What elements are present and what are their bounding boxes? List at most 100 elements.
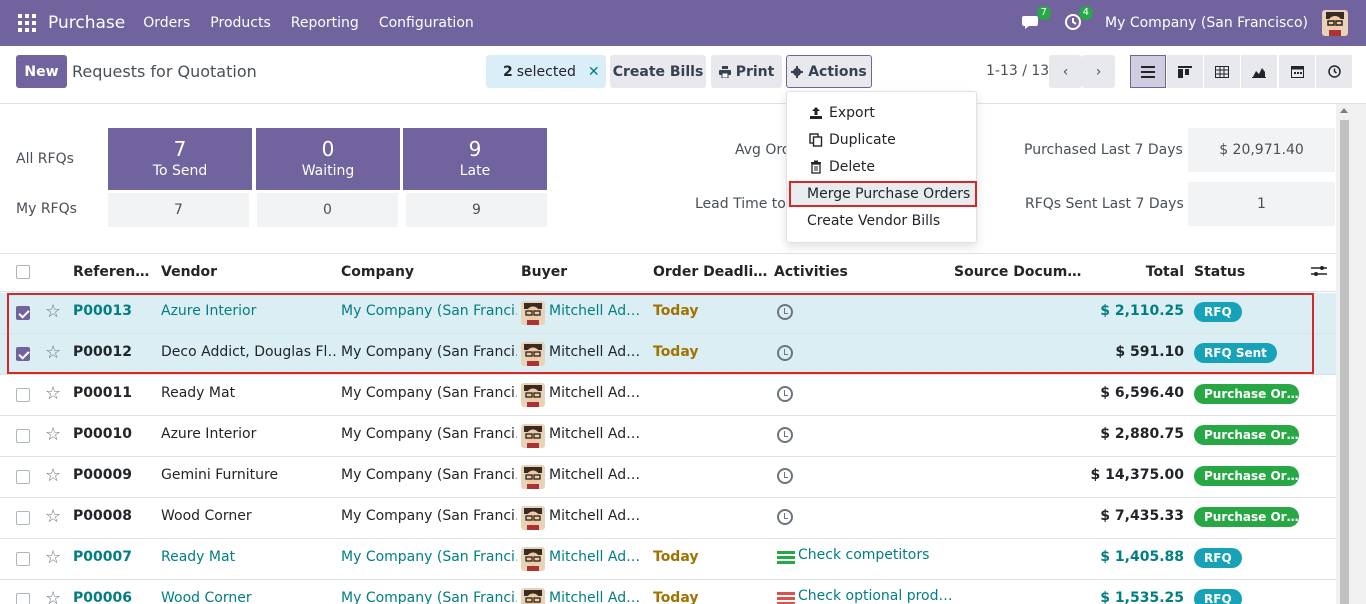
row-checkbox[interactable] — [16, 306, 30, 320]
row-reference: P00009 — [73, 467, 132, 483]
menu-reporting[interactable]: Reporting — [291, 15, 359, 31]
menu-orders[interactable]: Orders — [143, 15, 190, 31]
menu-products[interactable]: Products — [210, 15, 270, 31]
col-activities[interactable]: Activities — [774, 264, 848, 280]
row-checkbox[interactable] — [16, 552, 30, 566]
status-badge: RFQ — [1194, 589, 1242, 604]
schedule-activity-icon[interactable] — [777, 509, 793, 525]
row-checkbox[interactable] — [16, 593, 30, 604]
list-view-button[interactable] — [1130, 55, 1166, 88]
col-company[interactable]: Company — [341, 264, 414, 280]
trash-icon — [811, 160, 821, 174]
tile-waiting[interactable]: 0 Waiting — [256, 128, 400, 190]
activities-button[interactable]: 4 — [1063, 6, 1094, 34]
row-buyer: Mitchell Ad… — [549, 467, 641, 483]
row-checkbox[interactable] — [16, 388, 30, 402]
star-icon[interactable]: ☆ — [45, 549, 61, 567]
table-row[interactable]: ☆ P00007 Ready Mat My Company (San Franci… M… — [0, 539, 1336, 580]
action-delete[interactable]: Delete — [787, 154, 976, 180]
actions-dropdown: Export Duplicate Delete Merge Purchase O… — [786, 91, 977, 243]
pager-value[interactable]: 1-13 / 13 — [986, 63, 1049, 79]
actions-button[interactable]: Actions — [786, 55, 872, 88]
print-button[interactable]: Print — [711, 55, 782, 88]
schedule-activity-icon[interactable] — [777, 427, 793, 443]
graph-view-button[interactable] — [1241, 55, 1277, 88]
table-row[interactable]: ☆ P00006 Wood Corner My Company (San Franci… — [0, 580, 1336, 604]
row-company: My Company (San Franci… — [341, 508, 517, 524]
create-bills-button[interactable]: Create Bills — [610, 55, 706, 88]
column-settings-icon[interactable] — [1311, 264, 1327, 282]
col-buyer[interactable]: Buyer — [521, 264, 567, 280]
row-reference: P00011 — [73, 385, 132, 401]
row-checkbox[interactable] — [16, 511, 30, 525]
table-row[interactable]: ☆ P00011 Ready Mat My Company (San Franci… M… — [0, 375, 1336, 416]
schedule-activity-icon[interactable] — [777, 345, 793, 361]
table-icon — [1215, 65, 1229, 78]
calendar-view-button[interactable] — [1279, 55, 1315, 88]
table-row[interactable]: ☆ P00013 Azure Interior My Company (San Fra… — [0, 293, 1336, 334]
table-row[interactable]: ☆ P00009 Gemini Furniture My Company (San F… — [0, 457, 1336, 498]
row-company: My Company (San Franci… — [341, 385, 517, 401]
new-button[interactable]: New — [16, 55, 67, 88]
my-waiting[interactable]: 0 — [257, 193, 398, 227]
row-checkbox[interactable] — [16, 470, 30, 484]
table-row[interactable]: ☆ P00012 Deco Addict, Douglas Fl… My Compan… — [0, 334, 1336, 375]
kanban-view-button[interactable] — [1167, 55, 1203, 88]
status-badge: RFQ — [1194, 548, 1242, 568]
star-icon[interactable]: ☆ — [45, 303, 61, 321]
row-company: My Company (San Franci… — [341, 344, 517, 360]
select-all-checkbox[interactable] — [16, 265, 30, 279]
schedule-activity-icon[interactable] — [777, 468, 793, 484]
star-icon[interactable]: ☆ — [45, 508, 61, 526]
buyer-avatar — [521, 342, 545, 366]
scroll-up-icon[interactable] — [1340, 108, 1348, 113]
col-total[interactable]: Total — [1146, 264, 1184, 280]
star-icon[interactable]: ☆ — [45, 590, 61, 604]
scroll-thumb[interactable] — [1340, 120, 1349, 604]
page-title: Requests for Quotation — [72, 62, 257, 81]
col-vendor[interactable]: Vendor — [161, 264, 217, 280]
action-create-vendor-bills[interactable]: Create Vendor Bills — [787, 208, 976, 234]
table-row[interactable]: ☆ P00010 Azure Interior My Company (San Fra… — [0, 416, 1336, 457]
tile-waiting-label: Waiting — [301, 163, 355, 179]
col-status[interactable]: Status — [1194, 264, 1245, 280]
my-late[interactable]: 9 — [406, 193, 547, 227]
star-icon[interactable]: ☆ — [45, 385, 61, 403]
activities-badge: 4 — [1078, 6, 1094, 20]
row-checkbox[interactable] — [16, 429, 30, 443]
menu-configuration[interactable]: Configuration — [379, 15, 474, 31]
messages-badge: 7 — [1036, 6, 1052, 20]
tile-to-send[interactable]: 7 To Send — [108, 128, 252, 190]
activity-summary[interactable]: Check optional prod… — [798, 588, 953, 604]
star-icon[interactable]: ☆ — [45, 426, 61, 444]
tile-late[interactable]: 9 Late — [403, 128, 547, 190]
pivot-view-button[interactable] — [1204, 55, 1240, 88]
upload-icon — [810, 107, 822, 119]
row-company: My Company (San Franci… — [341, 426, 517, 442]
apps-grid-icon[interactable] — [18, 14, 36, 32]
app-brand[interactable]: Purchase — [48, 13, 125, 33]
status-badge: Purchase Or… — [1194, 425, 1299, 445]
row-checkbox[interactable] — [16, 347, 30, 361]
pager-previous-button[interactable]: ‹ — [1049, 55, 1082, 88]
action-duplicate[interactable]: Duplicate — [787, 127, 976, 153]
my-to-send[interactable]: 7 — [108, 193, 249, 227]
col-source[interactable]: Source Docum… — [954, 264, 1081, 280]
row-vendor: Azure Interior — [161, 303, 257, 319]
col-deadline[interactable]: Order Deadli… — [653, 264, 767, 280]
star-icon[interactable]: ☆ — [45, 344, 61, 362]
table-row[interactable]: ☆ P00008 Wood Corner My Company (San Franci… — [0, 498, 1336, 539]
company-switcher[interactable]: My Company (San Francisco) — [1105, 15, 1308, 31]
pager-next-button[interactable]: › — [1082, 55, 1115, 88]
col-reference[interactable]: Referen… — [73, 264, 149, 280]
star-icon[interactable]: ☆ — [45, 467, 61, 485]
user-avatar[interactable] — [1322, 10, 1348, 36]
schedule-activity-icon[interactable] — [777, 304, 793, 320]
action-export[interactable]: Export — [787, 100, 976, 126]
activity-view-button[interactable] — [1316, 55, 1352, 88]
vertical-scrollbar[interactable] — [1336, 104, 1366, 604]
schedule-activity-icon[interactable] — [777, 386, 793, 402]
clear-selection-icon[interactable]: ✕ — [588, 64, 600, 80]
activity-summary[interactable]: Check competitors — [798, 547, 929, 563]
messages-button[interactable]: 7 — [1021, 6, 1052, 34]
